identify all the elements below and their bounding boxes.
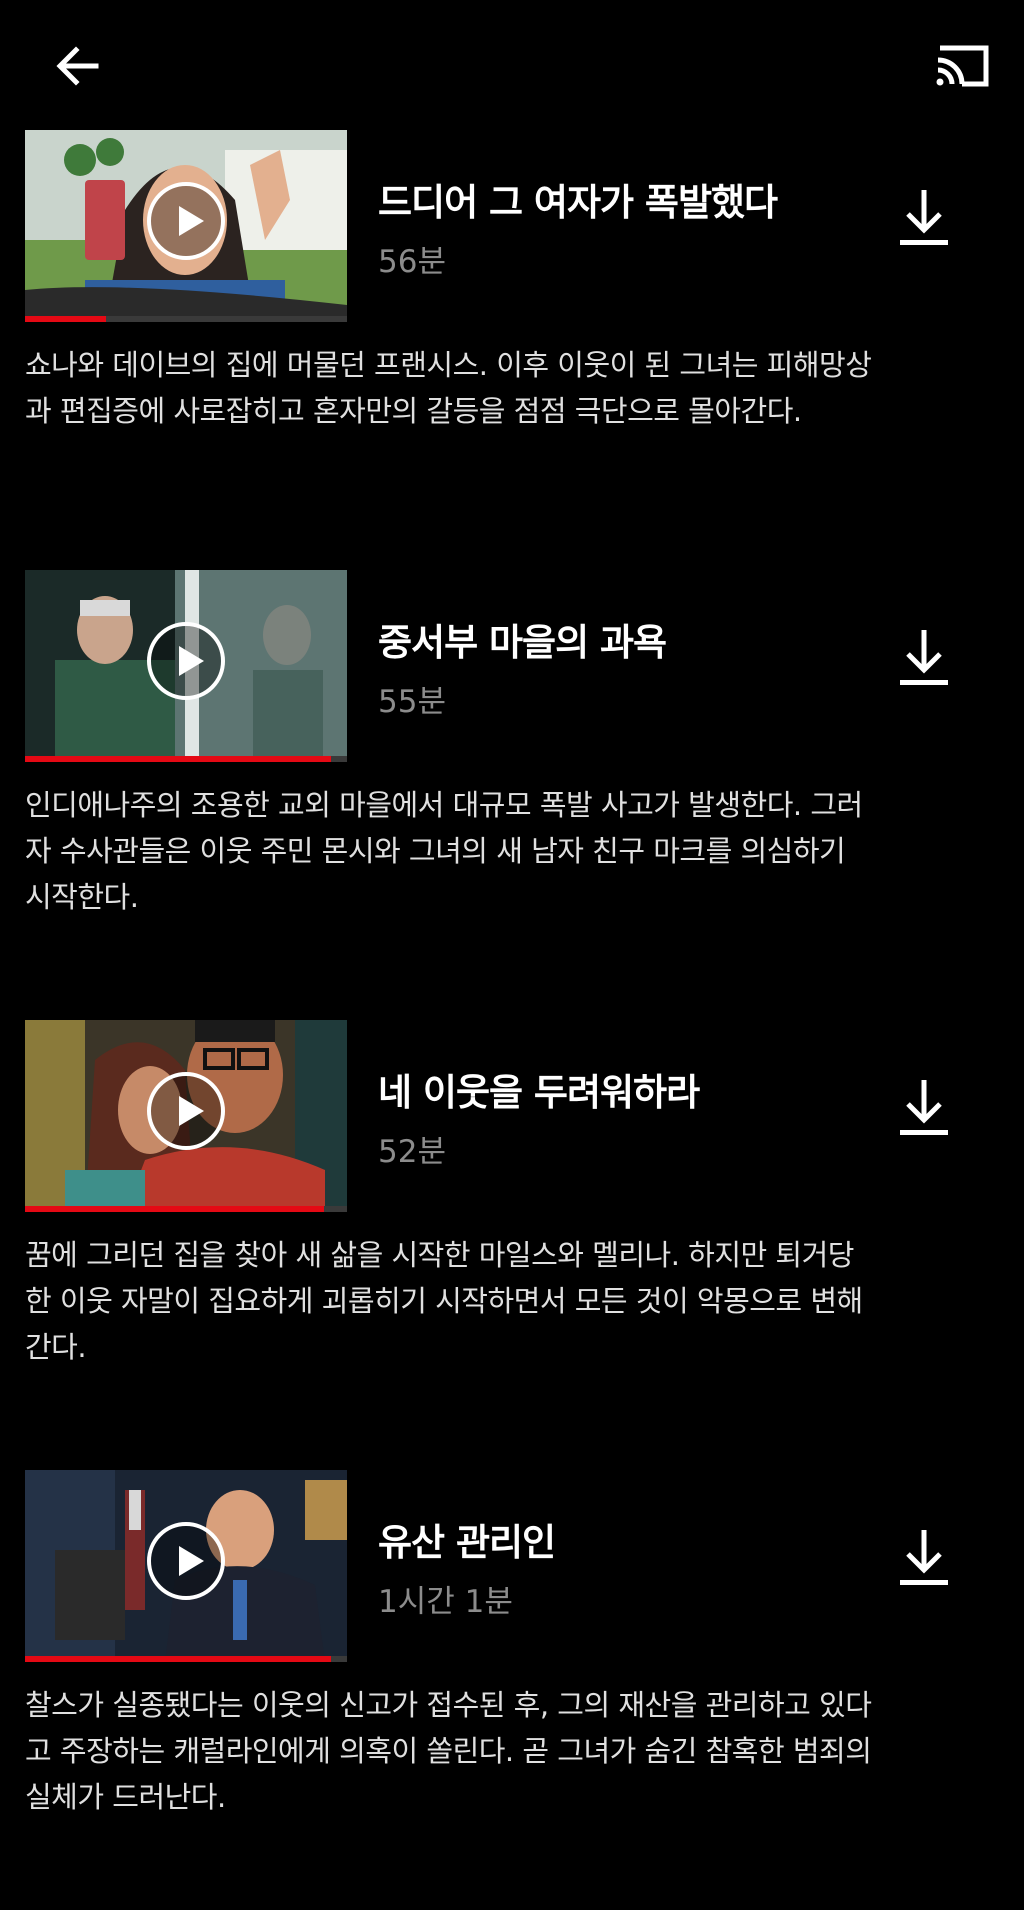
play-icon — [179, 1546, 204, 1576]
watch-progress-bar — [25, 316, 347, 322]
cast-icon — [936, 45, 989, 87]
download-button[interactable] — [898, 626, 950, 690]
watch-progress-bar — [25, 1206, 347, 1212]
episode-item[interactable]: 중서부 마을의 과욕 55분 인디애나주의 조용한 교외 마을에서 대규모 폭발… — [0, 570, 1024, 1010]
download-icon — [900, 190, 948, 245]
arrow-left-icon — [56, 46, 99, 86]
download-button[interactable] — [898, 186, 950, 250]
watch-progress-fill — [25, 1206, 325, 1212]
episode-item[interactable]: 네 이웃을 두려워하라 52분 꿈에 그리던 집을 찾아 새 삶을 시작한 마일… — [0, 1020, 1024, 1460]
watch-progress-bar — [25, 1656, 347, 1662]
episode-description: 인디애나주의 조용한 교외 마을에서 대규모 폭발 사고가 발생한다. 그러자 … — [25, 788, 863, 914]
episode-title: 드디어 그 여자가 폭발했다 — [378, 181, 778, 224]
download-icon — [900, 630, 948, 685]
episode-title: 중서부 마을의 과욕 — [378, 621, 667, 664]
play-icon — [179, 206, 204, 236]
episode-item[interactable]: 드디어 그 여자가 폭발했다 56분 쇼나와 데이브의 집에 머물던 프랜시스.… — [0, 130, 1024, 570]
episode-title: 유산 관리인 — [378, 1521, 556, 1564]
download-button[interactable] — [898, 1526, 950, 1590]
watch-progress-fill — [25, 756, 331, 762]
back-button[interactable] — [52, 40, 104, 92]
episode-thumbnail[interactable] — [25, 1470, 347, 1662]
episode-description: 찰스가 실종됐다는 이웃의 신고가 접수된 후, 그의 재산을 관리하고 있다고… — [25, 1688, 872, 1814]
download-icon — [900, 1080, 948, 1135]
episode-duration: 56분 — [378, 244, 446, 280]
episode-thumbnail[interactable] — [25, 130, 347, 322]
watch-progress-fill — [25, 316, 106, 322]
episode-duration: 55분 — [378, 684, 446, 720]
episode-description: 꿈에 그리던 집을 찾아 새 삶을 시작한 마일스와 멜리나. 하지만 퇴거당한… — [25, 1238, 863, 1364]
play-icon — [179, 1096, 204, 1126]
play-button[interactable] — [147, 622, 225, 700]
episode-title: 네 이웃을 두려워하라 — [378, 1071, 700, 1114]
episode-description: 쇼나와 데이브의 집에 머물던 프랜시스. 이후 이웃이 된 그녀는 피해망상과… — [25, 348, 872, 428]
play-button[interactable] — [147, 182, 225, 260]
download-button[interactable] — [898, 1076, 950, 1140]
play-button[interactable] — [147, 1072, 225, 1150]
watch-progress-bar — [25, 756, 347, 762]
episode-item[interactable]: 유산 관리인 1시간 1분 찰스가 실종됐다는 이웃의 신고가 접수된 후, 그… — [0, 1470, 1024, 1910]
episode-duration: 52분 — [378, 1134, 446, 1170]
episode-thumbnail[interactable] — [25, 570, 347, 762]
cast-button[interactable] — [932, 40, 992, 90]
top-bar — [0, 0, 1024, 128]
play-button[interactable] — [147, 1522, 225, 1600]
play-icon — [179, 646, 204, 676]
episode-duration: 1시간 1분 — [378, 1584, 513, 1620]
download-icon — [900, 1530, 948, 1585]
watch-progress-fill — [25, 1656, 331, 1662]
episode-thumbnail[interactable] — [25, 1020, 347, 1212]
